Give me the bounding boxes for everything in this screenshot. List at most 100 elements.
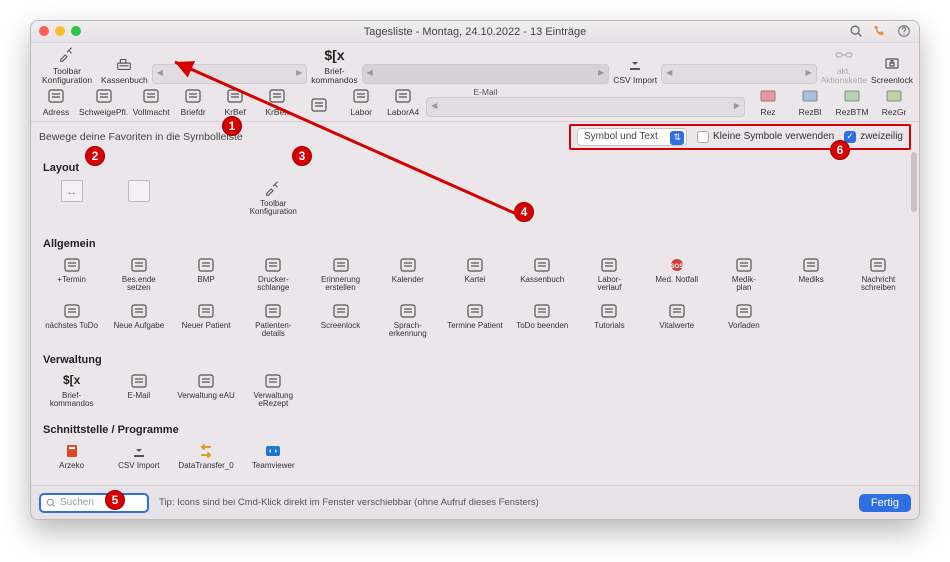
item-icon: SOS [667, 256, 687, 274]
minimize-icon[interactable] [55, 26, 65, 36]
palette-item[interactable]: Vorladen [711, 300, 776, 344]
annotation-marker-1: 1 [222, 116, 242, 136]
palette-item[interactable]: SOSMed. Notfall [644, 254, 709, 298]
rez-label: RezBTM [835, 108, 868, 117]
palette-item[interactable]: Teamviewer [241, 440, 306, 484]
rez-button[interactable]: Rez [749, 86, 787, 117]
section-layout-title: Layout [43, 162, 911, 174]
toolbar-drop-well-row2[interactable]: ◀▶ [426, 97, 745, 117]
briefkommandos-button[interactable]: $[x Brief- kommandos [311, 45, 357, 84]
search-icon[interactable] [849, 24, 863, 38]
done-button[interactable]: Fertig [859, 494, 911, 512]
checkbox-checked-icon: ✓ [844, 131, 856, 143]
screenlock-button[interactable]: Screenlock [871, 54, 913, 85]
aktionskette-button[interactable]: akt. Aktionskette [821, 45, 867, 84]
palette-item[interactable]: +Termin [39, 254, 104, 298]
palette-item-label: Arzeko [59, 462, 84, 470]
palette-item[interactable]: CSV Import [106, 440, 171, 484]
toolbar-drop-well-mid[interactable]: ◀ E-Mail ▶ [362, 64, 610, 84]
palette-item[interactable]: Screenlock [308, 300, 373, 344]
palette-item[interactable]: Kassenbuch [510, 254, 575, 298]
palette-item[interactable]: Nachricht schreiben [846, 254, 911, 298]
toolbar-small-button[interactable] [300, 95, 338, 117]
layout-fixed-space[interactable] [106, 178, 171, 228]
csv-import-button[interactable]: CSV Import [613, 54, 657, 85]
close-icon[interactable] [39, 26, 49, 36]
display-mode-value: Symbol und Text [584, 131, 658, 142]
rez-button[interactable]: RezBl [791, 86, 829, 117]
toolbar-drop-well-right[interactable]: ◀▶ [661, 64, 817, 84]
palette-item[interactable]: Neuer Patient [173, 300, 238, 344]
toolbar-config-button[interactable]: Toolbar Konfiguration [37, 45, 97, 84]
palette-item[interactable]: Termine Patient [442, 300, 507, 344]
fixed-space-icon [128, 180, 150, 202]
item-icon: $[x [62, 372, 82, 390]
kassenbuch-button[interactable]: Kassenbuch [101, 54, 148, 85]
palette-item[interactable]: nächstes ToDo [39, 300, 104, 344]
display-mode-select[interactable]: Symbol und Text ⇅ [577, 128, 687, 146]
palette-item[interactable]: Mediks [779, 254, 844, 298]
palette-item[interactable]: Drucker- schlange [241, 254, 306, 298]
search-input[interactable]: Suchen [39, 493, 149, 513]
palette-item[interactable]: Labor- verlauf [577, 254, 642, 298]
toolbar-small-button[interactable]: Briefdr [174, 86, 212, 117]
palette-item[interactable]: DataTransfer_0 [173, 440, 238, 484]
small-icons-checkbox[interactable]: Kleine Symbole verwenden [697, 131, 834, 143]
palette-item[interactable]: Medik- plan [711, 254, 776, 298]
annotation-marker-5: 5 [105, 490, 125, 510]
rez-button[interactable]: RezBTM [833, 86, 871, 117]
palette-item-label: Nachricht schreiben [849, 276, 907, 293]
window-controls[interactable] [39, 26, 81, 36]
window-title: Tagesliste - Montag, 24.10.2022 - 13 Ein… [364, 26, 587, 38]
toolbar-small-button[interactable]: SchweigePfl. [79, 86, 128, 117]
item-icon [734, 256, 754, 274]
tools-icon [54, 45, 80, 65]
section-schnittstelle-title: Schnittstelle / Programme [43, 424, 911, 436]
twoline-checkbox[interactable]: ✓ zweizeilig [844, 131, 903, 143]
brief-glyph-icon: $[x [321, 45, 347, 65]
palette-item[interactable]: Neue Aufgabe [106, 300, 171, 344]
palette-item[interactable]: Verwaltung eAU [173, 370, 238, 414]
allgemein-grid-2: nächstes ToDoNeue AufgabeNeuer PatientPa… [39, 300, 911, 344]
palette-item[interactable]: Erinnerung erstellen [308, 254, 373, 298]
rez-label: RezGr [882, 108, 907, 117]
palette-item[interactable]: Verwaltung eRezept [241, 370, 306, 414]
palette-item[interactable]: Bes.ende setzen [106, 254, 171, 298]
doc-icon [180, 86, 206, 106]
toolbar-small-label: KrBeh [265, 108, 289, 117]
toolbar-small-button[interactable]: KrBeh [258, 86, 296, 117]
palette-item-label: DataTransfer_0 [178, 462, 233, 470]
palette-item[interactable]: Tutorials [577, 300, 642, 344]
layout-toolbar-config[interactable]: Toolbar Konfiguration [241, 178, 306, 228]
palette-item-label: Verwaltung eAU [177, 392, 234, 400]
item-icon [62, 302, 82, 320]
phone-icon[interactable] [873, 24, 887, 38]
palette-item[interactable]: Patienten- details [241, 300, 306, 344]
palette-item[interactable]: Vitalwerte [644, 300, 709, 344]
help-icon[interactable] [897, 24, 911, 38]
palette-item-label: Vorladen [728, 322, 760, 330]
rez-button[interactable]: RezGr [875, 86, 913, 117]
palette-item[interactable]: $[xBrief- kommandos [39, 370, 104, 414]
palette-item[interactable]: BMP [173, 254, 238, 298]
toolbar-small-button[interactable]: Adress [37, 86, 75, 117]
instruction-band: Bewege deine Favoriten in die Symbolleis… [31, 124, 919, 150]
palette-item[interactable]: E-Mail [106, 370, 171, 414]
palette-item[interactable]: Kalender [375, 254, 440, 298]
palette-item[interactable]: ToDo beenden [510, 300, 575, 344]
zoom-icon[interactable] [71, 26, 81, 36]
layout-flex-space[interactable] [39, 178, 104, 228]
palette-item[interactable]: Kartei [442, 254, 507, 298]
download-icon [622, 54, 648, 74]
footer-tip-label: Tip: Icons sind bei Cmd-Klick direkt im … [159, 497, 539, 508]
customize-toolbar-window: Tagesliste - Montag, 24.10.2022 - 13 Ein… [30, 20, 920, 520]
chain-icon [831, 45, 857, 65]
palette-item[interactable]: Sprach- erkennung [375, 300, 440, 344]
toolbar-small-button[interactable]: KrBef [216, 86, 254, 117]
vertical-scrollbar[interactable] [910, 150, 918, 486]
palette-item-label: CSV Import [118, 462, 159, 470]
toolbar-small-button[interactable]: Vollmacht [132, 86, 170, 117]
palette-item-label: Drucker- schlange [257, 276, 289, 293]
toolbar-drop-well-left[interactable]: ◀▶ [152, 64, 308, 84]
palette-item[interactable]: Arzeko [39, 440, 104, 484]
